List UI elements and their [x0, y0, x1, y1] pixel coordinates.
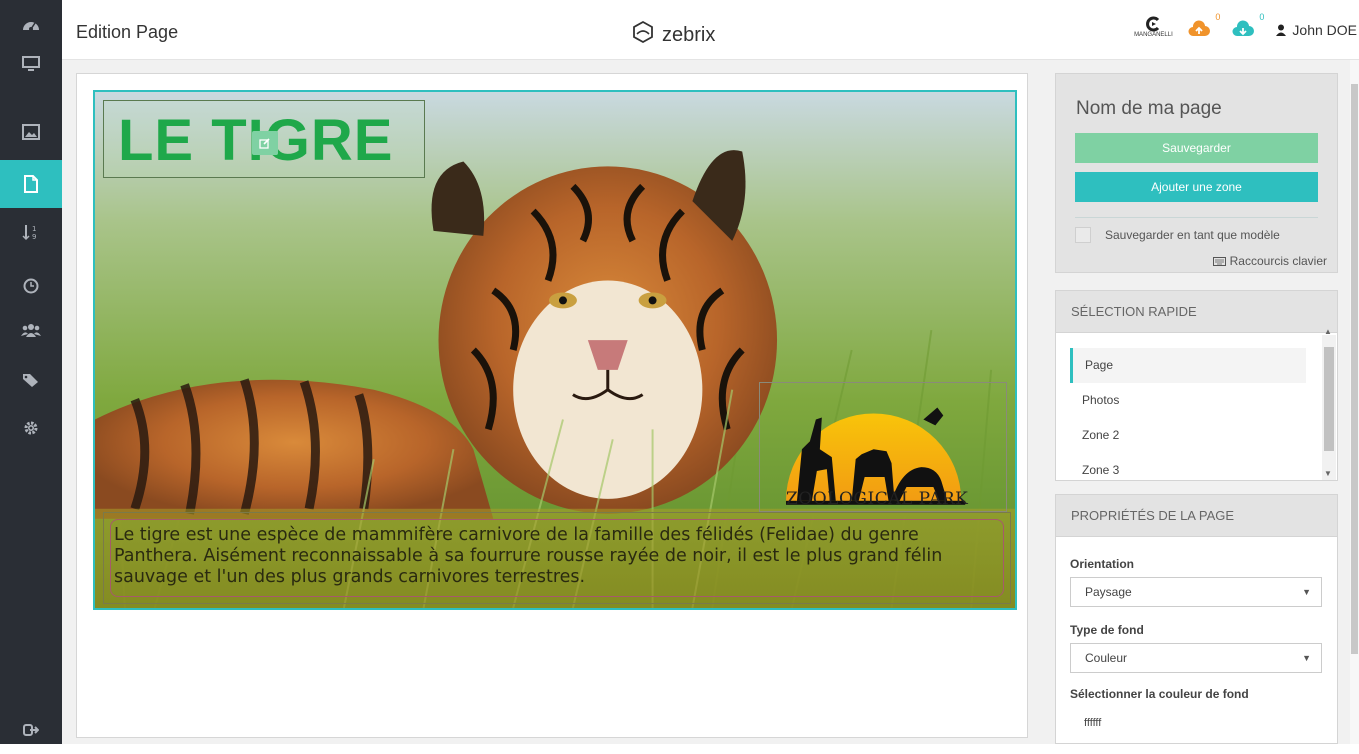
cloud-upload-icon — [1188, 20, 1211, 36]
user-menu[interactable]: John DOE — [1276, 22, 1357, 38]
text-zone-paragraph: Le tigre est une espèce de mammifère car… — [114, 525, 943, 587]
download-count-badge: 0 — [1259, 12, 1265, 22]
users-icon[interactable] — [0, 306, 62, 354]
sort-numeric-icon[interactable]: 19 — [0, 208, 62, 256]
add-zone-button[interactable]: Ajouter une zone — [1075, 172, 1318, 202]
user-name: John DOE — [1292, 22, 1357, 38]
page-properties-heading: PROPRIÉTÉS DE LA PAGE — [1056, 495, 1337, 537]
save-as-template-checkbox[interactable] — [1075, 227, 1091, 243]
top-bar: Edition Page zebrix MANGANELLI 0 0 John … — [62, 0, 1359, 60]
tags-icon[interactable] — [0, 356, 62, 404]
save-as-template-label: Sauvegarder en tant que modèle — [1105, 228, 1280, 242]
quick-select-item[interactable]: Zone 2 — [1070, 418, 1306, 453]
logo-zone[interactable]: ZOOLOGICAL PARK — [759, 382, 1007, 512]
brand-logo: zebrix — [632, 20, 715, 50]
text-zone[interactable]: Le tigre est une espèce de mammifère car… — [103, 512, 1011, 604]
sidebar: 19 — [0, 0, 62, 744]
cloud-download-button[interactable]: 0 — [1232, 12, 1264, 40]
svg-text:9: 9 — [32, 233, 36, 241]
chevron-down-icon: ▼ — [1302, 587, 1311, 597]
keyboard-icon — [1212, 256, 1226, 266]
editor-area: LE TIGRE ZOOLOGICAL PARK Le tigre est un… — [62, 60, 1359, 744]
monitor-icon[interactable] — [0, 40, 62, 88]
top-right-toolbar: MANGANELLI 0 0 John DOE — [1134, 12, 1359, 44]
title-zone[interactable]: LE TIGRE — [103, 100, 425, 178]
quick-select-item[interactable]: Page — [1070, 348, 1306, 383]
orientation-value: Paysage — [1085, 585, 1132, 599]
partner-logo: MANGANELLI — [1134, 16, 1173, 44]
keyboard-shortcuts-link[interactable]: Raccourcis clavier — [1212, 254, 1327, 268]
save-as-template-option[interactable]: Sauvegarder en tant que modèle — [1075, 227, 1280, 243]
scroll-down-icon[interactable]: ▼ — [1324, 469, 1332, 478]
orientation-label: Orientation — [1070, 557, 1135, 571]
image-icon[interactable] — [0, 108, 62, 156]
quick-select-item[interactable]: Zone 3 — [1070, 453, 1306, 488]
quick-select-heading: SÉLECTION RAPIDE — [1056, 291, 1337, 333]
clock-icon[interactable] — [0, 262, 62, 310]
upload-count-badge: 0 — [1215, 12, 1221, 22]
logo-zone-text: ZOOLOGICAL PARK — [786, 489, 969, 509]
edit-icon — [259, 138, 270, 149]
page-name[interactable]: Nom de ma page — [1076, 98, 1222, 120]
page-canvas: LE TIGRE ZOOLOGICAL PARK Le tigre est un… — [76, 73, 1028, 738]
user-icon — [1276, 24, 1287, 36]
brand-hexagon-icon — [632, 20, 654, 50]
brand-name: zebrix — [662, 23, 716, 46]
background-color-input[interactable]: ffffff — [1084, 717, 1101, 729]
background-type-value: Couleur — [1085, 651, 1128, 665]
scrollbar-thumb[interactable] — [1324, 347, 1334, 451]
svg-text:1: 1 — [32, 225, 36, 233]
quick-select-item[interactable]: Photos — [1070, 383, 1306, 418]
divider — [1075, 217, 1318, 218]
page-actions-panel: Nom de ma page Sauvegarder Ajouter une z… — [1055, 73, 1338, 273]
page-scrollbar[interactable] — [1350, 60, 1359, 744]
partner-logo-text: MANGANELLI — [1134, 32, 1173, 38]
page-properties-panel: PROPRIÉTÉS DE LA PAGE Orientation Paysag… — [1055, 494, 1338, 744]
chevron-down-icon: ▼ — [1302, 653, 1311, 663]
quick-select-list: Page Photos Zone 2 Zone 3 — [1070, 348, 1306, 488]
page-preview[interactable]: LE TIGRE ZOOLOGICAL PARK Le tigre est un… — [93, 90, 1017, 610]
edit-zone-button[interactable] — [252, 131, 278, 155]
save-button[interactable]: Sauvegarder — [1075, 133, 1318, 163]
keyboard-shortcuts-label: Raccourcis clavier — [1229, 254, 1327, 268]
scroll-up-icon[interactable]: ▲ — [1324, 327, 1332, 336]
cloud-download-icon — [1232, 20, 1255, 36]
quick-select-panel: SÉLECTION RAPIDE Page Photos Zone 2 Zone… — [1055, 290, 1338, 481]
page-title: Edition Page — [76, 22, 179, 42]
page-scrollbar-thumb[interactable] — [1351, 84, 1358, 654]
page-icon[interactable] — [0, 160, 62, 208]
background-color-label: Sélectionner la couleur de fond — [1070, 687, 1249, 701]
background-type-label: Type de fond — [1070, 623, 1144, 637]
logout-icon[interactable] — [0, 706, 62, 754]
gear-icon[interactable] — [0, 404, 62, 452]
orientation-select[interactable]: Paysage ▼ — [1070, 577, 1322, 607]
quick-select-scrollbar[interactable]: ▲ ▼ — [1322, 327, 1336, 480]
cloud-upload-button[interactable]: 0 — [1188, 12, 1220, 40]
background-type-select[interactable]: Couleur ▼ — [1070, 643, 1322, 673]
